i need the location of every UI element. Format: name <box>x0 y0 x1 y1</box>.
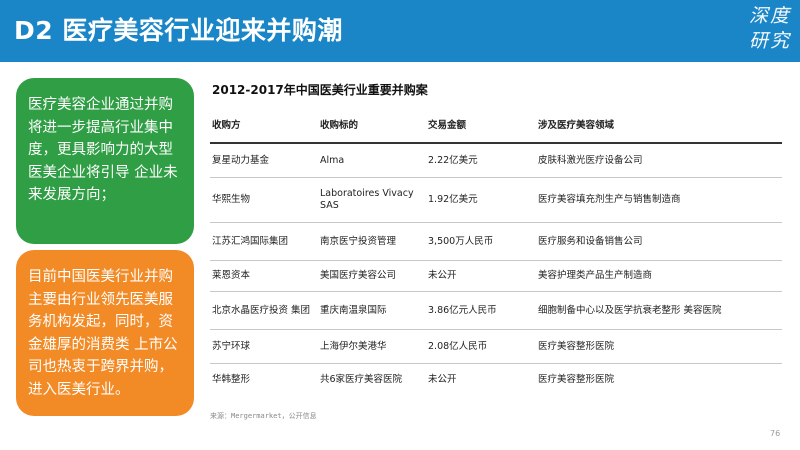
cell-field: 医疗服务和设备销售公司 <box>538 235 643 247</box>
cell-field: 医疗美容整形医院 <box>538 340 615 352</box>
page-title: D2 医疗美容行业迎来并购潮 <box>14 16 343 45</box>
column-header-field: 涉及医疗美容领域 <box>538 120 615 131</box>
cell-target: 美国医疗美容公司 <box>320 270 397 281</box>
cell-acquirer: 莱恩资本 <box>212 270 251 281</box>
cell-amount: 2.08亿人民币 <box>428 340 488 352</box>
cell-amount: 未公开 <box>428 374 457 385</box>
source-note: 来源：Mergermarket，公开信息 <box>210 412 317 420</box>
cell-amount: 2.22亿美元 <box>428 154 478 166</box>
logo-line-2: 研究 <box>748 30 791 52</box>
table-header-row: 收购方 收购标的 交易金额 涉及医疗美容领域 <box>210 110 782 144</box>
cell-acquirer: 复星动力基金 <box>212 154 270 166</box>
table-title: 2012-2017年中国医美行业重要并购案 <box>212 83 428 97</box>
summary-card-text: 医疗美容企业通过并购将进一步提高行业集中度，更具影响力的大型医美企业将引导 企业… <box>28 97 178 203</box>
cell-target: 南京医宁投资管理 <box>320 235 397 247</box>
table-row: 复星动力基金 Alma 2.22亿美元 皮肤科激光医疗设备公司 <box>210 144 782 178</box>
table-row: 江苏汇鸿国际集团 南京医宁投资管理 3,500万人民币 医疗服务和设备销售公司 <box>210 223 782 261</box>
page-number: 76 <box>770 429 781 438</box>
cell-acquirer: 江苏汇鸿国际集团 <box>212 235 289 247</box>
cell-target: Laboratoires Vivacy SAS <box>320 188 414 211</box>
table-row: 苏宁环球 上海伊尔美港华 2.08亿人民币 医疗美容整形医院 <box>210 330 782 364</box>
logo-line-1: 深度 <box>748 5 791 27</box>
cell-acquirer: 华韩整形 <box>212 374 251 385</box>
cell-acquirer: 北京水晶医疗投资 集团 <box>212 304 311 316</box>
cell-field: 医疗美容整形医院 <box>538 374 615 385</box>
ma-deals-table: 收购方 收购标的 交易金额 涉及医疗美容领域 复星动力基金 Alma 2.22亿… <box>210 110 782 396</box>
cell-field: 美容护理类产品生产制造商 <box>538 270 653 281</box>
cell-target: Alma <box>320 154 345 166</box>
cell-target: 共6家医疗美容医院 <box>320 374 403 385</box>
cell-amount: 1.92亿美元 <box>428 194 478 205</box>
cell-field: 皮肤科激光医疗设备公司 <box>538 154 643 166</box>
cell-amount: 未公开 <box>428 270 457 281</box>
brand-logo: 深度 研究 <box>745 4 795 58</box>
column-header-acquirer: 收购方 <box>212 120 241 131</box>
cell-amount: 3.86亿元人民币 <box>428 304 497 316</box>
cell-target: 上海伊尔美港华 <box>320 340 387 352</box>
header-bar: D2 医疗美容行业迎来并购潮 深度 研究 <box>0 0 800 62</box>
column-header-target: 收购标的 <box>320 120 359 131</box>
summary-card-consolidation: 医疗美容企业通过并购将进一步提高行业集中度，更具影响力的大型医美企业将引导 企业… <box>16 78 194 244</box>
table-row: 华熙生物 Laboratoires Vivacy SAS 1.92亿美元 医疗美… <box>210 178 782 223</box>
cell-target: 重庆南温泉国际 <box>320 304 387 316</box>
cell-amount: 3,500万人民币 <box>428 235 494 247</box>
cell-acquirer: 苏宁环球 <box>212 340 251 352</box>
summary-card-cross-industry: 目前中国医美行业并购主要由行业领先医美服务机构发起，同时，资金雄厚的消费类 上市… <box>16 250 194 416</box>
cell-field: 细胞制备中心以及医学抗衰老整形 美容医院 <box>538 304 722 316</box>
column-header-amount: 交易金额 <box>428 120 467 131</box>
table-row: 北京水晶医疗投资 集团 重庆南温泉国际 3.86亿元人民币 细胞制备中心以及医学… <box>210 292 782 330</box>
summary-card-text: 目前中国医美行业并购主要由行业领先医美服务机构发起，同时，资金雄厚的消费类 上市… <box>28 269 178 398</box>
cell-acquirer: 华熙生物 <box>212 194 251 205</box>
table-row: 华韩整形 共6家医疗美容医院 未公开 医疗美容整形医院 <box>210 364 782 396</box>
table-row: 莱恩资本 美国医疗美容公司 未公开 美容护理类产品生产制造商 <box>210 261 782 292</box>
cell-field: 医疗美容填充剂生产与销售制造商 <box>538 194 681 205</box>
